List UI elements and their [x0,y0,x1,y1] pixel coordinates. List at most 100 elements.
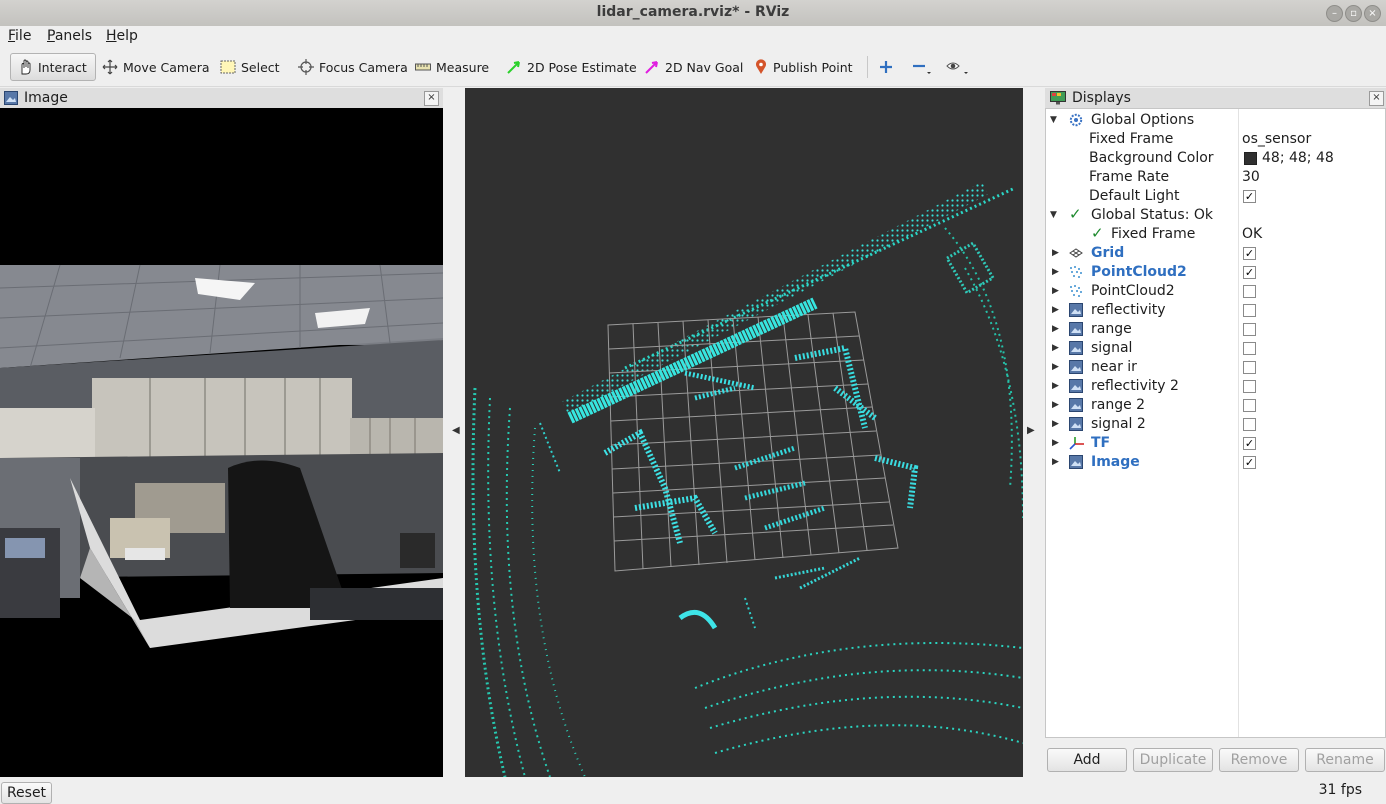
pointcloud-icon [1069,284,1083,302]
default-light-checkbox[interactable]: ✓ [1243,190,1256,203]
image-panel-header: Image × [0,88,443,109]
expand-arrow-icon[interactable]: ▼ [1050,115,1057,125]
expand-arrow-icon[interactable]: ▶ [1052,324,1059,334]
image-panel-close-button[interactable]: × [424,91,439,106]
publish-point-tool-button[interactable]: Publish Point [748,53,859,81]
displays-panel-title: Displays [1072,90,1131,106]
menu-panels[interactable]: Panels [47,28,92,44]
title-bar: lidar_camera.rviz* - RViz – ▫ × [0,0,1386,27]
tree-row-display-reflectivity[interactable]: ▶ reflectivity [1046,301,1385,320]
display-enabled-checkbox[interactable]: ✓ [1243,456,1256,469]
minus-icon [913,64,931,74]
image-icon [1069,303,1083,321]
toolbar: Interact Move Camera Select Focus Camera… [0,48,1386,87]
tree-row-global-status[interactable]: ▼ ✓ Global Status: Ok [1046,205,1385,225]
pointcloud-icon [1069,265,1083,283]
collapse-right-arrow[interactable]: ▶ [1027,425,1035,436]
frame-rate-label: Frame Rate [1089,169,1170,185]
eye-icon [946,62,968,74]
display-enabled-checkbox[interactable] [1243,304,1256,317]
close-window-button[interactable]: × [1364,5,1381,22]
status-fixed-frame-value: OK [1242,226,1263,242]
add-tool-button[interactable] [873,53,904,81]
tree-row-display-range[interactable]: ▶ range [1046,320,1385,339]
reset-button[interactable]: Reset [1,782,52,804]
tree-row-display-signal-2[interactable]: ▶ signal 2 [1046,415,1385,434]
menu-file[interactable]: File [8,28,31,44]
expand-arrow-icon[interactable]: ▶ [1052,248,1059,258]
display-enabled-checkbox[interactable] [1243,380,1256,393]
expand-arrow-icon[interactable]: ▶ [1052,400,1059,410]
window-title: lidar_camera.rviz* - RViz [596,4,790,20]
display-label: PointCloud2 [1091,283,1175,299]
tree-row-display-pointcloud2[interactable]: ▶ PointCloud2 ✓ [1046,263,1385,282]
display-label: near ir [1091,359,1137,375]
expand-arrow-icon[interactable]: ▶ [1052,305,1059,315]
display-enabled-checkbox[interactable]: ✓ [1243,247,1256,260]
tree-row-display-grid[interactable]: ▶ Grid ✓ [1046,244,1385,263]
select-tool-button[interactable]: Select [214,53,286,81]
tree-row-display-tf[interactable]: ▶ TF ✓ [1046,434,1385,453]
fixed-frame-value[interactable]: os_sensor [1242,131,1311,147]
display-enabled-checkbox[interactable]: ✓ [1243,437,1256,450]
expand-arrow-icon[interactable]: ▶ [1052,438,1059,448]
tree-row-status-fixed-frame[interactable]: ✓ Fixed Frame OK [1046,224,1385,244]
display-enabled-checkbox[interactable] [1243,399,1256,412]
display-enabled-checkbox[interactable] [1243,418,1256,431]
frame-rate-value[interactable]: 30 [1242,169,1260,185]
color-swatch[interactable] [1244,152,1257,165]
collapse-left-arrow[interactable]: ◀ [452,425,460,436]
expand-arrow-icon[interactable]: ▶ [1052,286,1059,296]
expand-arrow-icon[interactable]: ▶ [1052,267,1059,277]
remove-tool-button[interactable] [906,53,943,81]
maximize-button[interactable]: ▫ [1345,5,1362,22]
toolbar-separator [867,56,868,78]
expand-arrow-icon[interactable]: ▶ [1052,362,1059,372]
duplicate-display-button[interactable]: Duplicate [1133,748,1213,772]
expand-arrow-icon[interactable]: ▶ [1052,457,1059,467]
add-display-button[interactable]: Add [1047,748,1127,772]
tree-row-global-options[interactable]: ▼ Global Options [1046,111,1385,130]
default-light-label: Default Light [1089,188,1180,204]
gear-icon [1069,113,1083,127]
tree-row-display-signal[interactable]: ▶ signal [1046,339,1385,358]
tree-row-frame-rate[interactable]: Frame Rate 30 [1046,168,1385,187]
move-camera-tool-button[interactable]: Move Camera [96,53,216,81]
background-color-label: Background Color [1089,150,1214,166]
display-enabled-checkbox[interactable]: ✓ [1243,266,1256,279]
background-color-value[interactable]: 48; 48; 48 [1262,150,1334,166]
image-icon [1069,322,1083,340]
display-label: reflectivity [1091,302,1166,318]
expand-arrow-icon[interactable]: ▶ [1052,381,1059,391]
tree-row-fixed-frame[interactable]: Fixed Frame os_sensor [1046,130,1385,149]
focus-camera-tool-button[interactable]: Focus Camera [292,53,414,81]
nav-goal-tool-button[interactable]: 2D Nav Goal [638,53,749,81]
tree-row-display-range-2[interactable]: ▶ range 2 [1046,396,1385,415]
nav-goal-label: 2D Nav Goal [665,59,744,75]
tree-row-display-reflectivity-2[interactable]: ▶ reflectivity 2 [1046,377,1385,396]
menu-help[interactable]: Help [106,28,138,44]
tree-row-display-pointcloud2[interactable]: ▶ PointCloud2 [1046,282,1385,301]
tree-row-default-light[interactable]: Default Light ✓ [1046,187,1385,206]
rename-display-button[interactable]: Rename [1305,748,1385,772]
remove-display-button[interactable]: Remove [1219,748,1299,772]
tree-row-display-image[interactable]: ▶ Image ✓ [1046,453,1385,472]
expand-arrow-icon[interactable]: ▼ [1050,210,1057,220]
checkmark-icon: ✓ [1069,205,1082,223]
tree-row-display-near-ir[interactable]: ▶ near ir [1046,358,1385,377]
display-enabled-checkbox[interactable] [1243,342,1256,355]
tree-row-background-color[interactable]: Background Color 48; 48; 48 [1046,149,1385,168]
display-enabled-checkbox[interactable] [1243,285,1256,298]
measure-tool-button[interactable]: Measure [409,53,495,81]
view-options-button[interactable] [940,53,981,81]
display-enabled-checkbox[interactable] [1243,323,1256,336]
displays-panel-close-button[interactable]: × [1369,91,1384,106]
display-label: Grid [1091,245,1125,261]
pose-estimate-tool-button[interactable]: 2D Pose Estimate [500,53,643,81]
minimize-button[interactable]: – [1326,5,1343,22]
display-enabled-checkbox[interactable] [1243,361,1256,374]
expand-arrow-icon[interactable]: ▶ [1052,419,1059,429]
expand-arrow-icon[interactable]: ▶ [1052,343,1059,353]
interact-tool-button[interactable]: Interact [10,53,96,81]
3d-render-viewport[interactable] [465,88,1023,777]
